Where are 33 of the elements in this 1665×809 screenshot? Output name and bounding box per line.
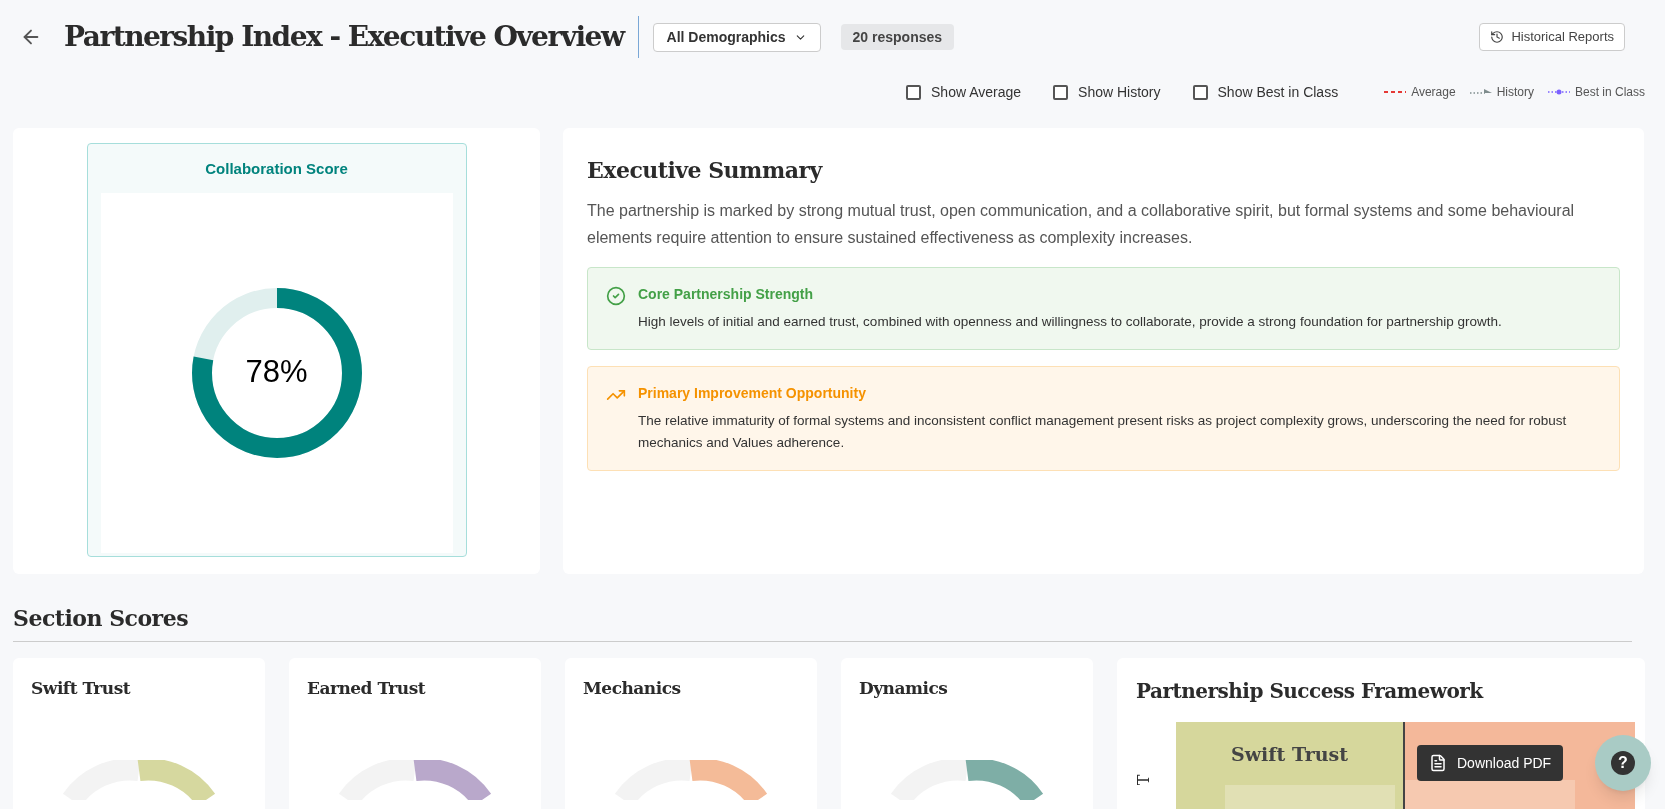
history-icon <box>1490 30 1505 44</box>
section-name: Mechanics <box>583 677 681 700</box>
section-name: Earned Trust <box>307 677 426 700</box>
callout-title: Core Partnership Strength <box>638 285 815 304</box>
summary-text: The partnership is marked by strong mutual trust, open communication, and a collaborative spirit, but formal systems and some behavioural elements require attention to ensure sustained effectiveness as complexity increases. <box>587 201 1576 248</box>
demographics-dropdown[interactable]: All Demographics <box>652 22 821 52</box>
legend-label: Best in Class <box>1574 84 1645 101</box>
axis-label: T <box>1136 773 1152 788</box>
toggle-checkbox[interactable]: Show Best in Class <box>1192 81 1339 103</box>
page-title: Partnership Index - Executive Overview <box>64 16 639 58</box>
framework-title: Partnership Success Framework <box>1136 678 1485 705</box>
toggle-checkbox[interactable]: Show Average <box>906 81 1022 103</box>
dotted-line-icon <box>1547 89 1570 95</box>
section-name: Dynamics <box>859 677 948 700</box>
check-circle-icon <box>606 286 626 306</box>
summary-title: Executive Summary <box>587 156 824 185</box>
dashed-line-icon <box>1384 90 1407 94</box>
responses-badge: 20 responses <box>840 24 955 50</box>
section-name: Swift Trust <box>31 677 131 700</box>
download-pdf-button[interactable]: Download PDF <box>1417 745 1564 781</box>
toggle-checkbox[interactable]: Show History <box>1053 81 1161 103</box>
historical-reports-button[interactable]: Historical Reports <box>1479 23 1625 51</box>
callout-title: Primary Improvement Opportunity <box>638 384 867 403</box>
legend-label: Average <box>1411 84 1456 101</box>
section-title: Section Scores <box>13 602 1632 642</box>
score-value: 78% <box>245 353 308 392</box>
dotted-arrow-icon <box>1469 88 1492 96</box>
score-title: Collaboration Score <box>205 159 348 179</box>
pdf-icon <box>1429 754 1447 772</box>
quadrant-label: Swift Trust <box>1231 742 1348 767</box>
callout-text: The relative immaturity of formal systems and inconsistent conflict management present risks as project complexity grows, underscoring the need for robust mechanics and Values adherence. <box>638 412 1568 452</box>
legend-label: History <box>1496 84 1534 101</box>
callout-text: High levels of initial and earned trust, combined with openness and willingness to collaborate, provide a strong foundation for partnership growth. <box>638 313 1502 331</box>
